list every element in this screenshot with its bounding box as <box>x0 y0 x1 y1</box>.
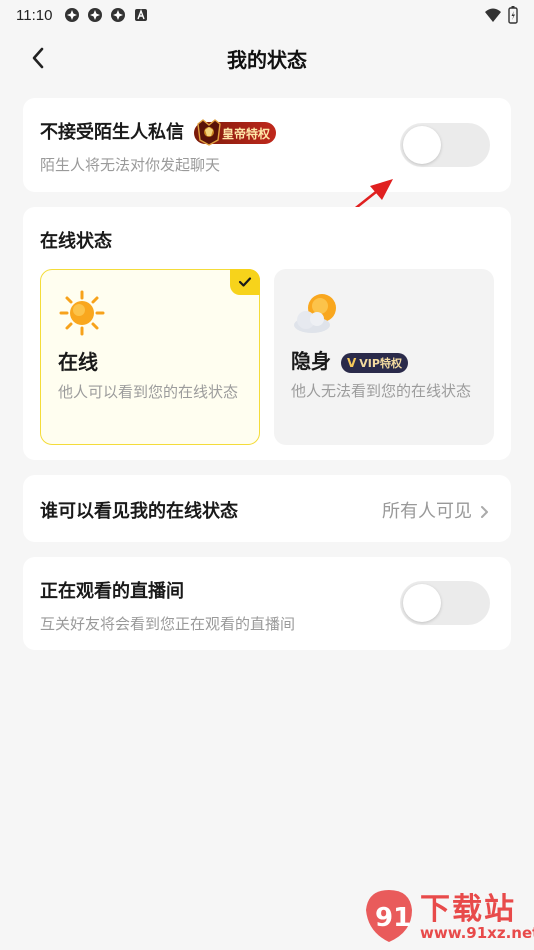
visibility-row[interactable]: 谁可以看见我的在线状态 所有人可见 <box>23 475 511 542</box>
selected-check-badge <box>230 269 260 295</box>
emperor-badge-label: 皇帝特权 <box>222 126 271 141</box>
nav-bar: 我的状态 <box>0 34 534 82</box>
stranger-messages-row: 不接受陌生人私信 皇帝特权 <box>40 118 277 146</box>
online-status-card: 在线状态 在线 他人可以看到您的在线状态 隐身 V VIP特权 他人无法看到您的… <box>23 207 511 460</box>
stranger-messages-title: 不接受陌生人私信 <box>40 122 184 143</box>
app-notification-icon <box>135 9 148 21</box>
online-option-desc: 他人可以看到您的在线状态 <box>58 383 239 401</box>
visibility-label: 谁可以看见我的在线状态 <box>40 501 238 522</box>
online-option-name: 在线 <box>58 350 98 374</box>
wifi-icon <box>485 8 501 22</box>
status-time: 11:10 <box>16 6 53 24</box>
visibility-value-wrap: 所有人可见 <box>382 497 489 523</box>
status-option-invisible[interactable]: 隐身 V VIP特权 他人无法看到您的在线状态 <box>274 269 494 445</box>
notification-icon <box>65 8 80 22</box>
watching-live-subtitle: 互关好友将会看到您正在观看的直播间 <box>40 615 296 633</box>
chevron-left-icon <box>32 47 44 69</box>
sun-icon <box>59 290 105 336</box>
status-option-online[interactable]: 在线 他人可以看到您的在线状态 <box>40 269 260 445</box>
stranger-messages-subtitle: 陌生人将无法对你发起聊天 <box>40 156 221 174</box>
chevron-right-icon <box>481 506 488 518</box>
emperor-privilege-badge: 皇帝特权 <box>194 119 277 146</box>
visibility-value: 所有人可见 <box>382 501 472 522</box>
watermark-url: www.91xz.net <box>420 924 534 942</box>
watermark-logo-icon: 91 <box>366 890 412 942</box>
watching-live-title: 正在观看的直播间 <box>40 581 184 602</box>
vip-v-icon: V <box>347 355 357 370</box>
site-watermark: 91 下载站 www.91xz.net <box>360 884 534 948</box>
cloud-sun-icon <box>294 294 336 333</box>
svg-text:91: 91 <box>375 903 411 933</box>
stranger-messages-card: 不接受陌生人私信 皇帝特权 陌生人将无法对你发起聊天 <box>23 98 511 192</box>
stranger-messages-toggle[interactable] <box>400 123 490 167</box>
watermark-logo-text: 下载站 <box>420 892 516 927</box>
status-bar: 11:10 <box>0 0 534 30</box>
notification-icon <box>88 8 103 22</box>
online-status-heading: 在线状态 <box>40 231 112 252</box>
notification-icon <box>111 8 126 22</box>
toggle-knob <box>403 584 441 622</box>
invisible-option-row: 隐身 V VIP特权 <box>291 345 408 374</box>
vip-badge-label: VIP特权 <box>359 356 402 370</box>
invisible-option-name: 隐身 <box>291 349 331 373</box>
toggle-knob <box>403 126 441 164</box>
check-icon <box>238 277 252 287</box>
back-button[interactable] <box>24 44 52 72</box>
watching-live-toggle[interactable] <box>400 581 490 625</box>
vip-privilege-badge: V VIP特权 <box>341 352 408 373</box>
invisible-option-desc: 他人无法看到您的在线状态 <box>291 382 472 400</box>
emperor-crest-icon <box>197 119 221 146</box>
battery-icon <box>508 6 518 24</box>
watching-live-card: 正在观看的直播间 互关好友将会看到您正在观看的直播间 <box>23 557 511 650</box>
page-title: 我的状态 <box>227 47 307 72</box>
